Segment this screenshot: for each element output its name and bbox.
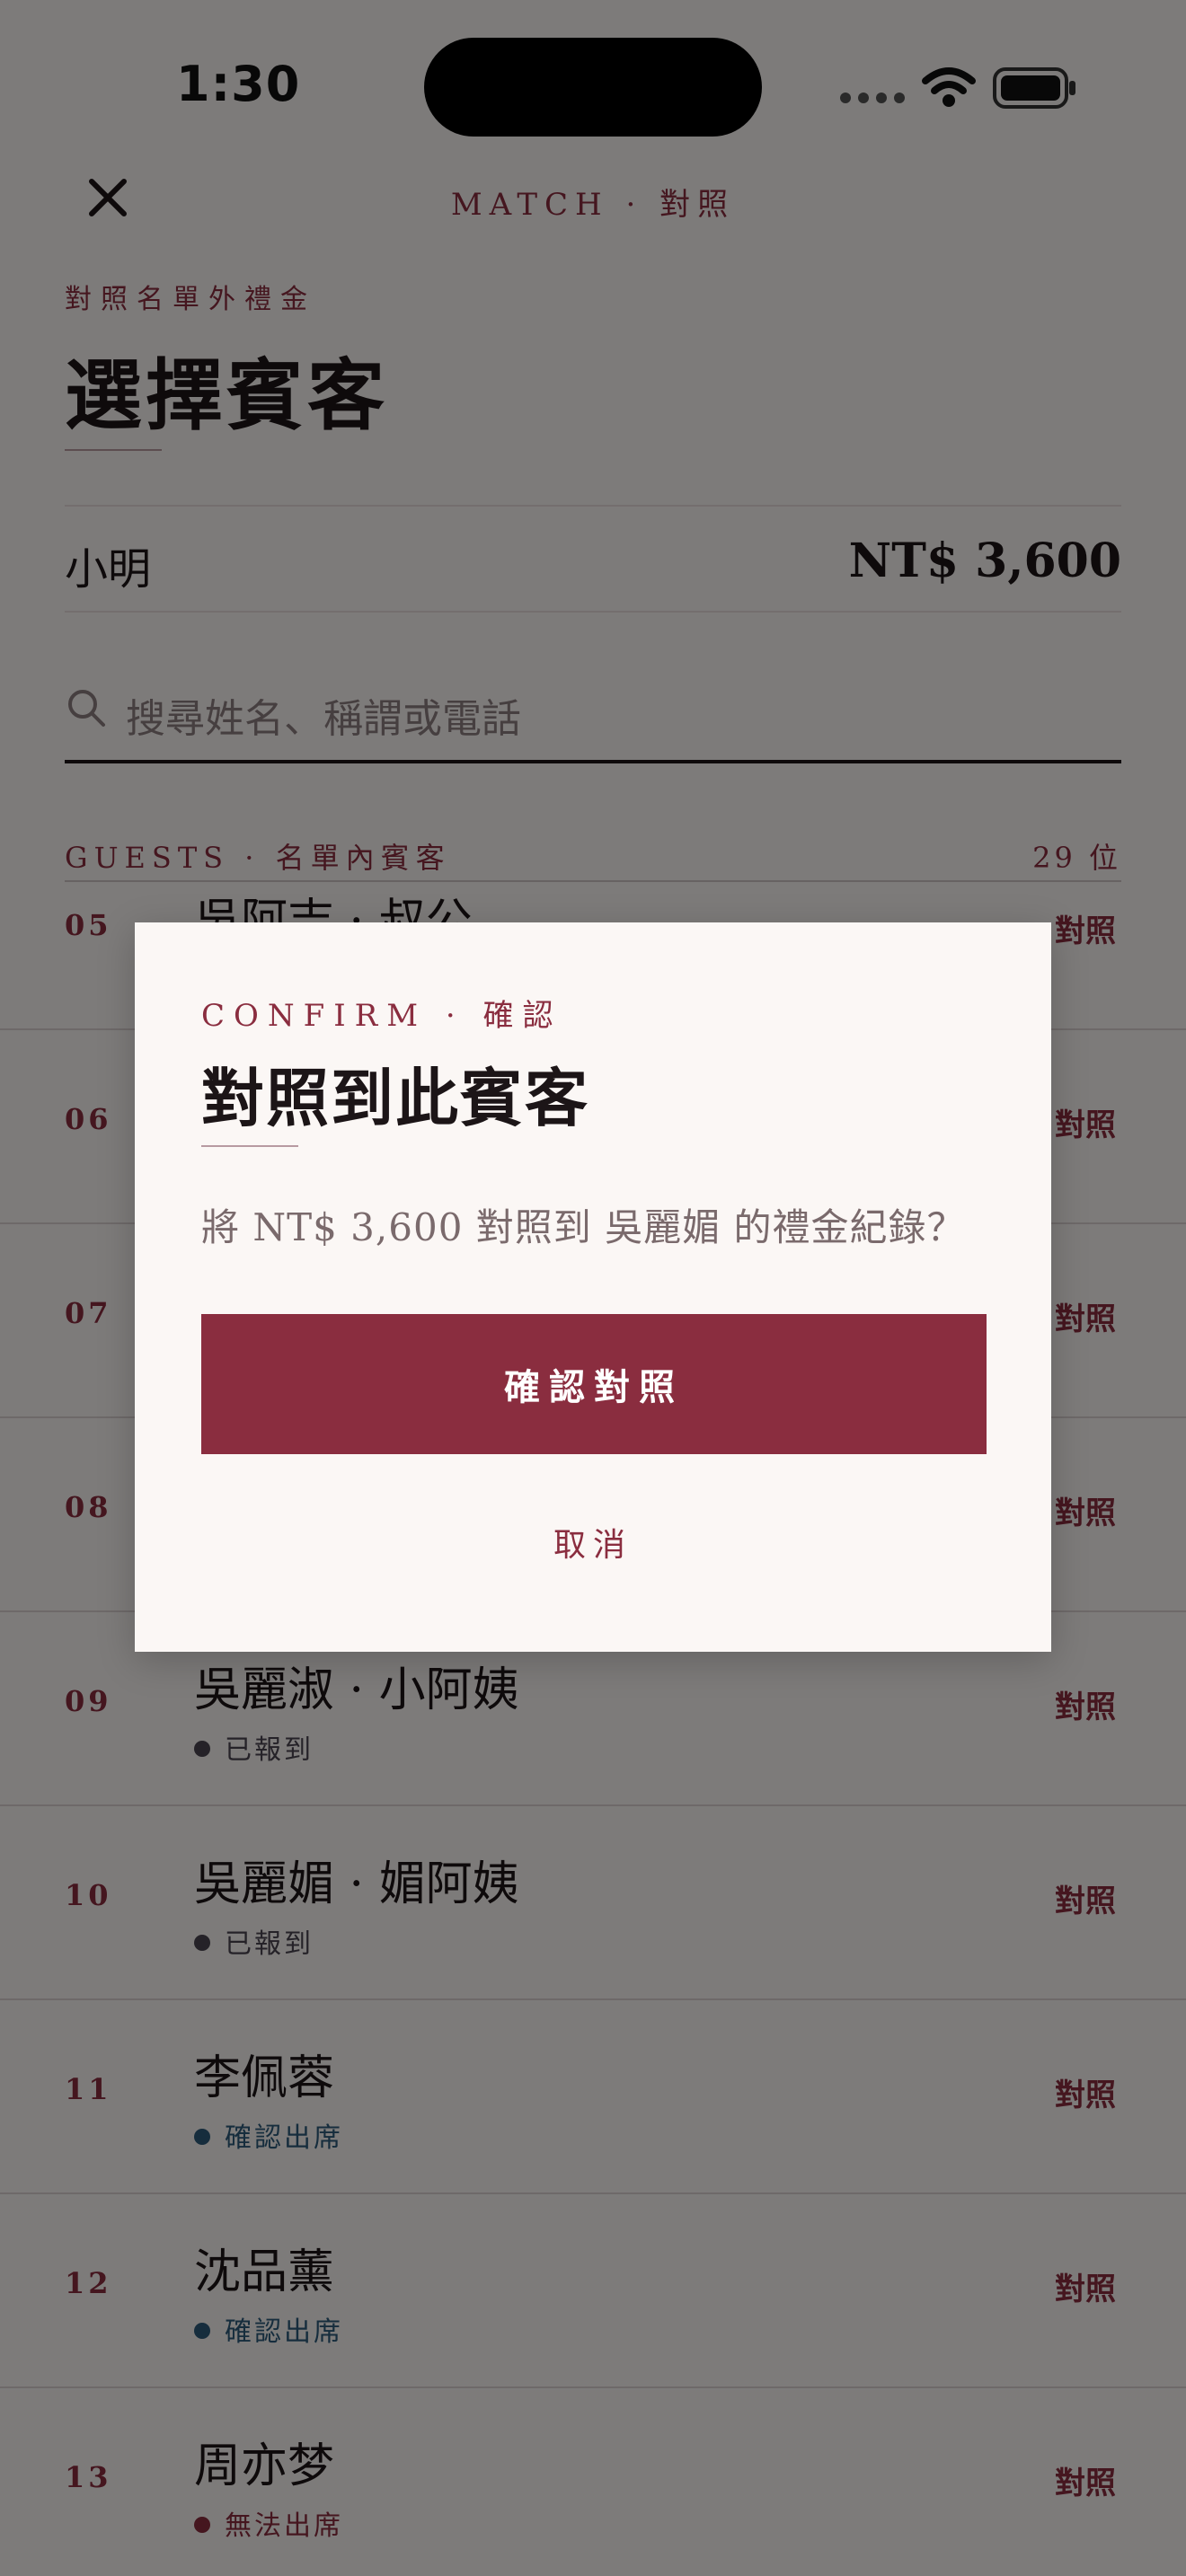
dialog-divider [201,1145,298,1147]
dialog-message: 將 NT$ 3,600 對照到 吳麗媚 的禮金紀錄？ [201,1205,966,1249]
confirm-dialog: CONFIRM · 確認 對照到此賓客 將 NT$ 3,600 對照到 吳麗媚 … [135,922,1051,1652]
confirm-match-button[interactable]: 確認對照 [201,1314,987,1454]
match-guest-screen: 1:30 MATCH · 對照 對照名單外禮金 選擇賓客 小明 NT$ 3,60… [0,0,1186,2576]
dialog-eyebrow: CONFIRM · 確認 [201,998,562,1034]
dialog-title: 對照到此賓客 [201,1061,589,1135]
cancel-button[interactable]: 取消 [135,1519,1051,1566]
